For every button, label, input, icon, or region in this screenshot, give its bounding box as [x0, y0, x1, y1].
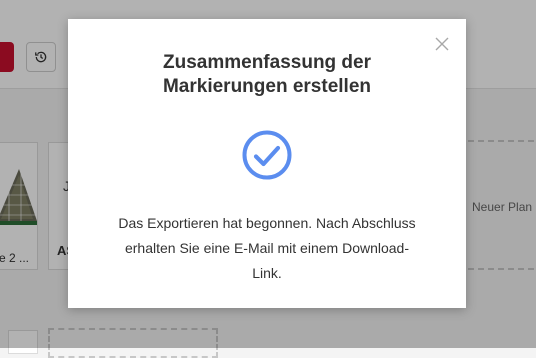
close-icon[interactable] [434, 36, 450, 52]
dialog-title-line: Markierungen erstellen [162, 76, 372, 97]
dialog-message-line: Das Exportieren hat begonnen. Nach Absch… [118, 215, 416, 231]
check-circle-icon [242, 130, 292, 180]
dialog-message-line: erhalten Sie eine E-Mail mit einem Downl… [124, 240, 410, 256]
dialog-message: Das Exportieren hat begonnen. Nach Absch… [88, 211, 446, 286]
dialog-message-line: Link. [252, 265, 282, 281]
dialog-title-line: Zusammenfassung der [163, 52, 371, 73]
export-dialog: Zusammenfassung der Markierungen erstell… [68, 19, 466, 308]
dialog-title: Zusammenfassung der Markierungen erstell… [88, 51, 446, 99]
